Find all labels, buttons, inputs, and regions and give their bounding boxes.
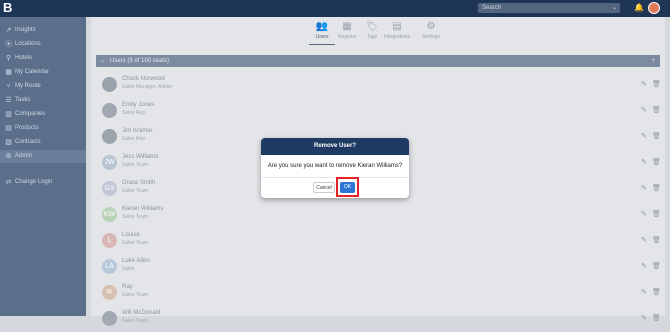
cancel-button[interactable]: Cancel [313, 182, 335, 193]
user-role: Sales Team [122, 318, 149, 324]
highlight-box [336, 177, 359, 197]
remove-user-dialog: Remove User? Are you sure you want to re… [261, 138, 409, 198]
dialog-footer: Cancel OK [261, 177, 409, 198]
dialog-title: Remove User? [261, 138, 409, 155]
dialog-message: Are you sure you want to remove Kieran W… [267, 163, 403, 169]
